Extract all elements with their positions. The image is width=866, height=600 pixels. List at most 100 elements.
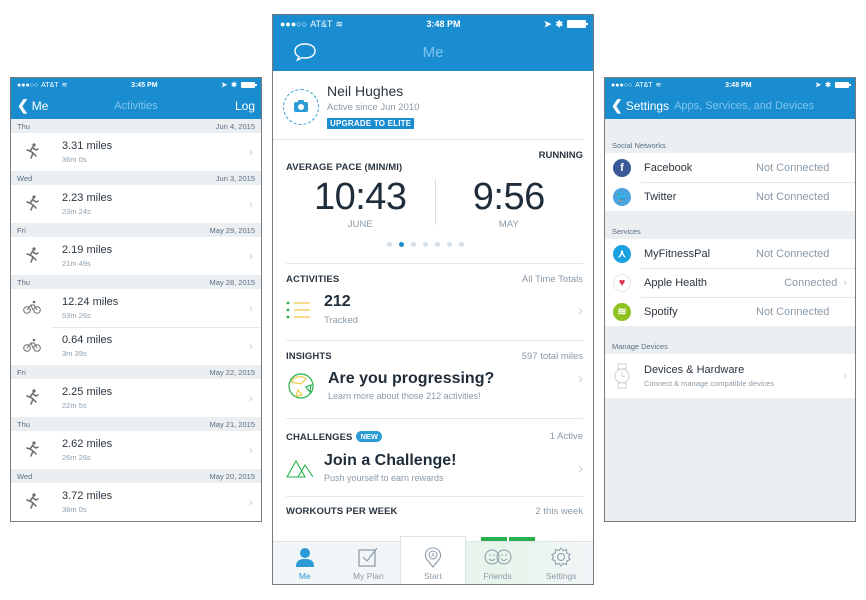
gear-icon [551,547,571,567]
activities-aside: All Time Totals [521,274,583,285]
chevron-right-icon: › [249,339,253,353]
activity-row[interactable]: 2.23 miles 23m 24s › [11,185,261,223]
chevron-right-icon: › [843,370,847,382]
service-name: MyFitnessPal [644,247,711,260]
activities-count: 212 [324,293,351,310]
service-row[interactable]: ≋ Spotify Not Connected [605,297,855,326]
service-name: Twitter [644,190,677,203]
chevron-right-icon: › [249,391,253,405]
chevron-right-icon: › [578,301,583,318]
activity-duration: 23m 24s [62,207,91,216]
workouts-card[interactable]: WORKOUTS PER WEEK 2 this week [286,497,583,517]
activity-duration: 36m 0s [62,155,87,164]
day-header: Wed May 20, 2015 [11,469,261,483]
service-name: Spotify [644,305,678,318]
tab-my-plan[interactable]: My Plan [337,542,401,584]
page-indicator[interactable] [286,242,565,247]
workouts-title: WORKOUTS PER WEEK [286,506,398,517]
globe-icon [288,372,314,399]
tab-settings[interactable]: Settings [529,542,593,584]
activity-row[interactable]: 3.72 miles 38m 0s › [11,483,261,521]
average-pace-card[interactable]: AVERAGE PACE (MIN/MI) RUNNING 10:43 JUNE… [286,140,583,264]
page-dot[interactable] [459,242,464,247]
back-label: Settings [625,98,670,113]
day-weekday: Wed [17,173,33,183]
activity-distance: 12.24 miles [62,296,119,308]
page-dot[interactable] [411,242,416,247]
day-date: May 21, 2015 [209,419,255,429]
connection-status: Not Connected [756,190,830,203]
service-row[interactable]: ♥ Apple Health Connected › [605,268,855,297]
service-row[interactable]: f Facebook Not Connected [605,153,855,182]
activity-distance: 3.31 miles [62,140,113,152]
status-bar: ●●●○○ AT&T ≋ 3:48 PM ➤ ✱ [273,15,593,33]
nav-title: Me [422,43,444,61]
insights-card[interactable]: INSIGHTS 597 total miles Are you progres… [286,341,583,419]
devices-hardware-row[interactable]: Devices & Hardware Connect & manage comp… [605,354,855,398]
bluetooth-icon: ✱ [825,82,831,89]
service-row[interactable]: 🐦 Twitter Not Connected [605,182,855,211]
activity-row[interactable]: 3.31 miles 36m 0s › [11,133,261,171]
nav-title: Activities [114,99,158,112]
service-row[interactable]: ⋏ MyFitnessPal Not Connected [605,239,855,268]
bike-icon [21,300,43,317]
page-dot[interactable] [423,242,428,247]
pace-sport: RUNNING [538,150,583,161]
services-group: ⋏ MyFitnessPal Not Connected ♥ Apple Hea… [605,239,855,326]
activity-row[interactable]: 2.19 miles 21m 49s › [11,237,261,275]
running-icon [21,246,43,266]
activity-row[interactable]: 2.62 miles 26m 26s › [11,431,261,469]
activity-distance: 0.64 miles [62,334,113,346]
upgrade-elite-button[interactable]: UPGRADE TO ELITE [327,118,415,129]
activity-row[interactable]: 0.64 miles 3m 39s › [11,327,261,365]
day-weekday: Thu [17,121,30,131]
log-button[interactable]: Log [235,99,255,113]
activity-distance: 2.23 miles [62,192,113,204]
chevron-right-icon: › [578,459,583,476]
pace-previous: 9:56 MAY [435,177,584,230]
carrier-label: AT&T [41,81,59,89]
watch-icon [614,363,630,389]
challenges-sub: Push yourself to earn rewards [324,473,444,483]
day-weekday: Fri [17,225,26,235]
chevron-right-icon: › [249,145,253,159]
page-dot[interactable] [435,242,440,247]
insights-heading: Are you progressing? [328,370,495,387]
device-sub: Connect & manage compatible devices [644,379,775,388]
challenges-card[interactable]: CHALLENGES NEW 1 Active Join a Challenge!… [286,419,583,497]
status-bar: ●●●○○ AT&T ≋ 3:45 PM ➤ ✱ [11,78,261,92]
day-weekday: Thu [17,419,30,429]
chat-bubble-icon[interactable] [293,42,317,62]
tab-start[interactable]: A Start [400,536,466,584]
devices-group: Devices & Hardware Connect & manage comp… [605,354,855,398]
page-dot[interactable] [399,242,404,247]
activity-duration: 26m 26s [62,453,91,462]
avatar[interactable] [283,89,319,125]
activity-row[interactable]: 12.24 miles 53m 26s › [11,289,261,327]
location-icon: ➤ [221,82,228,89]
tab-label: Friends [483,571,512,581]
running-icon [21,142,43,162]
day-date: Jun 4, 2015 [215,121,255,131]
activity-distance: 2.62 miles [62,438,113,450]
page-dot[interactable] [447,242,452,247]
day-date: May 22, 2015 [209,367,255,377]
pace-current-label: JUNE [347,219,373,230]
connection-status: Not Connected [756,161,830,174]
challenges-aside: 1 Active [549,430,583,442]
profile-header: Neil Hughes Active since Jun 2010 UPGRAD… [273,71,583,140]
activities-card[interactable]: ACTIVITIES All Time Totals 212 Tracked › [286,264,583,341]
chevron-left-icon: ❮ [611,97,623,113]
day-header: Fri May 22, 2015 [11,365,261,379]
page-dot[interactable] [387,242,392,247]
myfitnesspal-icon: ⋏ [613,244,631,263]
back-button[interactable]: ❮ Settings [611,97,669,114]
back-button[interactable]: ❮ Me [17,97,48,114]
tab-me[interactable]: Me [273,542,337,584]
bike-icon [21,338,43,355]
connection-status: Not Connected [756,305,830,318]
tab-friends[interactable]: Friends [466,542,530,584]
activity-duration: 53m 26s [62,311,91,320]
activity-row[interactable]: 2.25 miles 22m 5s › [11,379,261,417]
signal-icon: ●●●○○ [280,19,308,29]
